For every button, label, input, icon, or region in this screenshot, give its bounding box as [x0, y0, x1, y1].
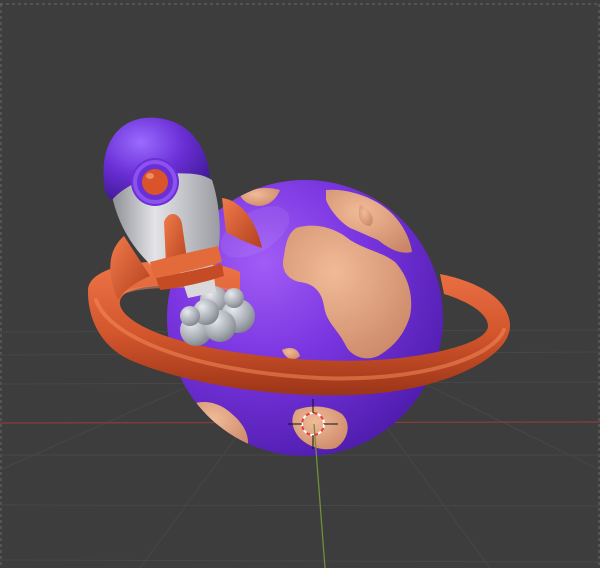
- 3d-viewport[interactable]: [0, 0, 600, 568]
- viewport-canvas[interactable]: [0, 0, 600, 568]
- rocket[interactable]: [103, 117, 262, 346]
- rocket-window: [142, 169, 168, 195]
